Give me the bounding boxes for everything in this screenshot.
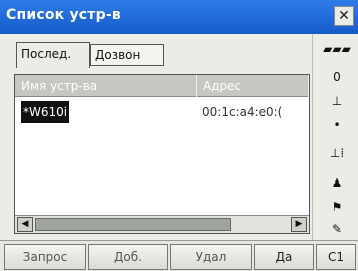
- add-button[interactable]: Доб.: [88, 244, 168, 270]
- dot-icon: •: [333, 118, 341, 132]
- close-button[interactable]: ✕: [334, 6, 354, 26]
- column-header-address[interactable]: Адрес: [197, 75, 309, 97]
- yes-button[interactable]: Да: [254, 244, 314, 270]
- horizontal-scrollbar[interactable]: ◀ ▶: [15, 215, 309, 233]
- line-number-text: 0: [333, 70, 341, 84]
- arrow-left-icon: ◀: [21, 219, 29, 229]
- arrow-right-icon: ▶: [295, 219, 303, 229]
- edit-icon: ✎: [331, 222, 343, 236]
- device-name-cell: *W610i: [21, 101, 70, 123]
- flag-icon: ⚑: [331, 200, 343, 214]
- device-list: Имя устр-ва Адрес *W610i 00:1c:a4:e0:( ◀…: [14, 74, 310, 234]
- main-area: Послед. Дозвон Имя устр-ва Адрес *W610i …: [0, 34, 312, 240]
- scroll-left-button[interactable]: ◀: [17, 217, 33, 232]
- window-title: Список устр-в: [6, 7, 121, 23]
- scroll-right-button[interactable]: ▶: [291, 217, 307, 232]
- user-icon: ♟: [331, 176, 343, 190]
- scrollbar-thumb[interactable]: [35, 218, 231, 231]
- softkey-bar: Запрос Доб. Удал Да C1: [0, 240, 358, 271]
- tab-recent-label: Послед.: [21, 47, 72, 61]
- status-column: ▰▰▰ 0 ⊥ • ⊥⁞ ♟ ⚑ ✎: [312, 34, 358, 240]
- line-counter: 0: [317, 68, 357, 86]
- query-button[interactable]: Запрос: [4, 244, 86, 270]
- tab-recent[interactable]: Послед.: [16, 42, 90, 68]
- close-icon: ✕: [338, 8, 350, 24]
- table-row[interactable]: *W610i 00:1c:a4:e0:(: [15, 101, 309, 123]
- title-bar: Список устр-в ✕: [0, 0, 358, 34]
- battery-icon: ▰▰▰: [323, 42, 351, 56]
- antenna-icon: ⊥: [331, 94, 343, 108]
- c1-button[interactable]: C1: [316, 244, 356, 270]
- level-icon: ⊥⁞: [329, 146, 345, 160]
- list-header: Имя устр-ва Адрес: [15, 75, 309, 97]
- device-address-cell: 00:1c:a4:e0:(: [202, 105, 283, 119]
- tab-dialing-label: Дозвон: [95, 48, 141, 62]
- delete-button[interactable]: Удал: [170, 244, 252, 270]
- column-header-device-name[interactable]: Имя устр-ва: [15, 75, 197, 97]
- tab-dialing[interactable]: Дозвон: [90, 44, 164, 66]
